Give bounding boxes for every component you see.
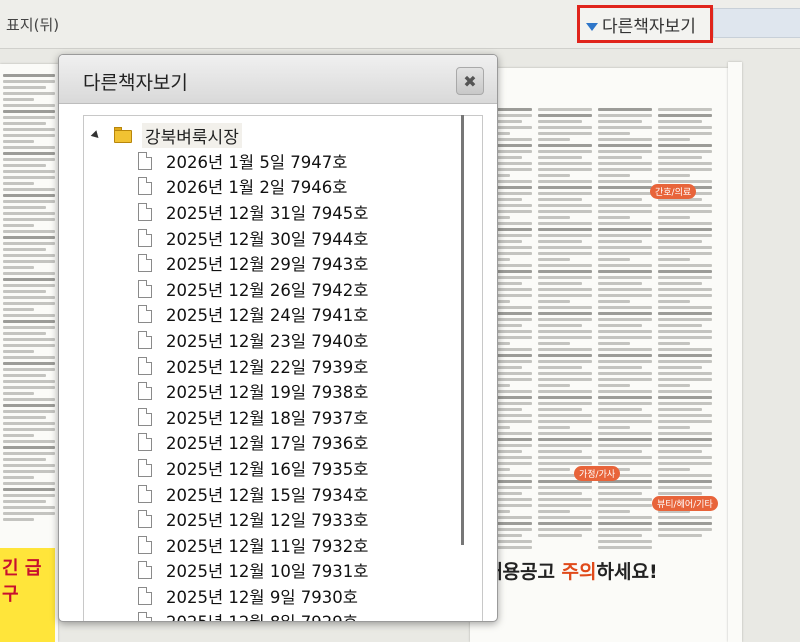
- collapse-icon[interactable]: [90, 129, 102, 141]
- issue-item-label: 2025년 12월 15일 7934호: [166, 485, 369, 505]
- issue-item[interactable]: 2025년 12월 10일 7931호: [138, 558, 368, 584]
- document-icon: [138, 535, 152, 554]
- toolbar-right-panel: [713, 8, 800, 38]
- issue-item-label: 2025년 12월 23일 7940호: [166, 331, 369, 351]
- issue-item-label: 2025년 12월 31일 7945호: [166, 203, 369, 223]
- dialog-title: 다른책자보기: [83, 72, 188, 94]
- category-tag: 가정/가사: [574, 466, 621, 481]
- document-icon: [138, 612, 152, 621]
- issue-item[interactable]: 2025년 12월 19일 7938호: [138, 378, 368, 404]
- newspaper-right-page: 간호/의료 가정/가사 뷰티/헤어/기타: [470, 68, 728, 642]
- jobs-banner: 채용공고 주의하세요!: [485, 557, 658, 584]
- issue-item[interactable]: 2026년 1월 5일 7947호: [138, 148, 368, 174]
- issue-item[interactable]: 2025년 12월 26일 7942호: [138, 276, 368, 302]
- page-label: 표지(뒤): [6, 16, 60, 34]
- document-icon: [138, 407, 152, 426]
- tree-root[interactable]: 강북벼룩시장: [90, 122, 242, 148]
- issue-item-label: 2025년 12월 22일 7939호: [166, 357, 369, 377]
- issue-tree: 강북벼룩시장 2026년 1월 5일 7947호 2026년 1월 2일 7946…: [83, 115, 483, 621]
- category-tag: 뷰티/헤어/기타: [652, 496, 718, 511]
- issue-item[interactable]: 2025년 12월 17일 7936호: [138, 430, 368, 456]
- issue-item[interactable]: 2025년 12월 11일 7932호: [138, 532, 368, 558]
- document-icon: [138, 228, 152, 247]
- issue-item[interactable]: 2025년 12월 29일 7943호: [138, 250, 368, 276]
- document-icon: [138, 586, 152, 605]
- issue-item-label: 2025년 12월 26일 7942호: [166, 280, 369, 300]
- document-icon: [138, 561, 152, 580]
- issue-item-label: 2025년 12월 24일 7941호: [166, 306, 369, 326]
- issue-item-label: 2026년 1월 2일 7946호: [166, 178, 348, 198]
- issue-item-label: 2025년 12월 12일 7933호: [166, 511, 369, 531]
- document-icon: [138, 151, 152, 170]
- issue-item-label: 2025년 12월 10일 7931호: [166, 562, 369, 582]
- issue-list: 2026년 1월 5일 7947호 2026년 1월 2일 7946호 2025년 …: [138, 148, 368, 621]
- issue-item[interactable]: 2025년 12월 31일 7945호: [138, 199, 368, 225]
- issue-item-label: 2025년 12월 29일 7943호: [166, 255, 369, 275]
- issue-item[interactable]: 2025년 12월 16일 7935호: [138, 455, 368, 481]
- document-icon: [138, 382, 152, 401]
- tree-scrollbar[interactable]: [461, 115, 464, 545]
- issue-item-label: 2026년 1월 5일 7947호: [166, 152, 348, 172]
- yellow-ad-text: 긴 급구: [2, 558, 42, 605]
- document-icon: [138, 202, 152, 221]
- other-papers-button-label: 다른책자보기: [602, 17, 696, 37]
- newspaper-edge: [728, 62, 742, 642]
- document-icon: [138, 510, 152, 529]
- document-icon: [138, 356, 152, 375]
- issue-item-label: 2025년 12월 16일 7935호: [166, 459, 369, 479]
- issue-item-label: 2025년 12월 8일 7929호: [166, 609, 358, 621]
- issue-item[interactable]: 2025년 12월 23일 7940호: [138, 327, 368, 353]
- issue-item[interactable]: 2025년 12월 18일 7937호: [138, 404, 368, 430]
- close-icon: ✖: [463, 71, 477, 91]
- document-icon: [138, 279, 152, 298]
- document-icon: [138, 330, 152, 349]
- yellow-ad: 긴 급구: [0, 548, 55, 642]
- document-icon: [138, 177, 152, 196]
- category-tag: 간호/의료: [650, 184, 697, 199]
- issue-item-label: 2025년 12월 17일 7936호: [166, 434, 369, 454]
- document-icon: [138, 433, 152, 452]
- issue-item-label: 2025년 12월 19일 7938호: [166, 383, 369, 403]
- document-icon: [138, 484, 152, 503]
- issue-item[interactable]: 2025년 12월 22일 7939호: [138, 353, 368, 379]
- issue-item-label: 2025년 12월 18일 7937호: [166, 408, 369, 428]
- issue-item[interactable]: 2025년 12월 15일 7934호: [138, 481, 368, 507]
- issue-item[interactable]: 2026년 1월 2일 7946호: [138, 174, 368, 200]
- folder-icon: [114, 127, 132, 143]
- issue-item[interactable]: 2025년 12월 8일 7929호: [138, 609, 368, 621]
- close-button[interactable]: ✖: [456, 67, 484, 95]
- triangle-down-icon: [586, 22, 598, 31]
- other-papers-button-highlight: 다른책자보기: [577, 5, 713, 43]
- document-icon: [138, 458, 152, 477]
- tree-root-label: 강북벼룩시장: [142, 122, 242, 148]
- document-icon: [138, 305, 152, 324]
- jobs-banner-suffix: 하세요!: [596, 561, 658, 583]
- issue-item-label: 2025년 12월 11일 7932호: [166, 536, 369, 556]
- jobs-banner-highlight: 주의: [561, 561, 597, 583]
- issue-item[interactable]: 2025년 12월 9일 7930호: [138, 583, 368, 609]
- document-icon: [138, 254, 152, 273]
- issue-item[interactable]: 2025년 12월 24일 7941호: [138, 302, 368, 328]
- other-papers-dialog: 다른책자보기 ✖ 강북벼룩시장 2026년 1월 5일 7947호 2026년 1…: [58, 54, 498, 622]
- dialog-header: 다른책자보기 ✖: [59, 55, 497, 104]
- issue-item[interactable]: 2025년 12월 12일 7933호: [138, 506, 368, 532]
- issue-item[interactable]: 2025년 12월 30일 7944호: [138, 225, 368, 251]
- top-toolbar: 표지(뒤) 다른책자보기: [0, 0, 800, 49]
- issue-item-label: 2025년 12월 30일 7944호: [166, 229, 369, 249]
- issue-item-label: 2025년 12월 9일 7930호: [166, 587, 358, 607]
- other-papers-button[interactable]: 다른책자보기: [586, 12, 696, 37]
